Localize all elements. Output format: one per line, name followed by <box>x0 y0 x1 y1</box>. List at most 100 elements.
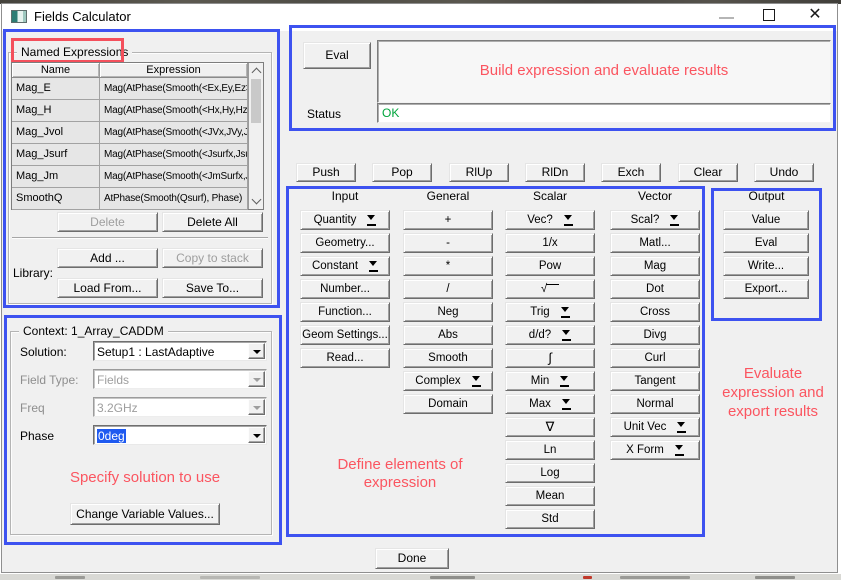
vector-mag-button[interactable]: Mag <box>610 256 700 276</box>
clear-button[interactable]: Clear <box>678 163 738 182</box>
scalar-sqrt-button[interactable]: √ <box>505 279 595 299</box>
table-row-mag-jm[interactable]: Mag_JmMag(AtPhase(Smooth(<JmSurfx,Jm... <box>12 166 248 188</box>
general-column: General+-*/NegAbsSmoothComplexDomain <box>403 189 493 417</box>
general-plus-button[interactable]: + <box>403 210 493 230</box>
chevron-down-icon[interactable] <box>248 343 265 359</box>
exch-button[interactable]: Exch <box>601 163 661 182</box>
cell-expression: AtPhase(Smooth(Qsurf), Phase) <box>100 188 248 210</box>
rlup-button[interactable]: RlUp <box>449 163 509 182</box>
close-icon[interactable]: ✕ <box>805 5 825 25</box>
vector-divg-button[interactable]: Divg <box>610 325 700 345</box>
vector-cross-button[interactable]: Cross <box>610 302 700 322</box>
general-multiply-button[interactable]: * <box>403 256 493 276</box>
vector-curl-button[interactable]: Curl <box>610 348 700 368</box>
dropdown-arrow-icon <box>670 215 679 226</box>
button-label: Dot <box>646 280 664 298</box>
input-geom-settings-button[interactable]: Geom Settings... <box>300 325 390 345</box>
vector-scal-button[interactable]: Scal? <box>610 210 700 230</box>
delete-all-button[interactable]: Delete All <box>162 212 263 232</box>
input-quantity-button[interactable]: Quantity <box>300 210 390 230</box>
input-function-button[interactable]: Function... <box>300 302 390 322</box>
annotation-build-expression: Build expression and evaluate results <box>378 62 830 80</box>
dropdown-arrow-icon <box>677 422 686 433</box>
table-row-mag-jsurf[interactable]: Mag_JsurfMag(AtPhase(Smooth(<Jsurfx,Jsur… <box>12 144 248 166</box>
input-read-button[interactable]: Read... <box>300 348 390 368</box>
scalar-integral-button[interactable]: ∫ <box>505 348 595 368</box>
pop-button[interactable]: Pop <box>372 163 432 182</box>
load-from-button[interactable]: Load From... <box>57 278 158 298</box>
chevron-down-icon[interactable] <box>248 427 265 443</box>
button-label: Scal? <box>631 211 660 229</box>
scalar-mean-button[interactable]: Mean <box>505 486 595 506</box>
vector-x-form-button[interactable]: X Form <box>610 440 700 460</box>
output-value-button[interactable]: Value <box>723 210 809 230</box>
freq-value: 3.2GHz <box>97 400 138 417</box>
scalar-vec-button[interactable]: Vec? <box>505 210 595 230</box>
table-row-mag-h[interactable]: Mag_HMag(AtPhase(Smooth(<Hx,Hy,Hz>),... <box>12 100 248 122</box>
scroll-up-icon[interactable] <box>252 68 262 78</box>
scroll-thumb[interactable] <box>251 79 261 123</box>
change-variable-values-button[interactable]: Change Variable Values... <box>70 503 220 525</box>
solution-label: Solution: <box>20 345 67 359</box>
cell-name: Mag_E <box>12 78 100 100</box>
scalar-grad-button[interactable]: ∇ <box>505 417 595 437</box>
button-label: Number... <box>320 280 370 298</box>
scalar-column: ScalarVec?1/xPow√Trigd/d?∫MinMax∇LnLogMe… <box>505 189 595 532</box>
output-eval-button[interactable]: Eval <box>723 233 809 253</box>
general-neg-button[interactable]: Neg <box>403 302 493 322</box>
scalar-ln-button[interactable]: Ln <box>505 440 595 460</box>
scalar-d-d-button[interactable]: d/d? <box>505 325 595 345</box>
general-minus-button[interactable]: - <box>403 233 493 253</box>
table-row-mag-jvol[interactable]: Mag_JvolMag(AtPhase(Smooth(<JVx,JVy,JVz.… <box>12 122 248 144</box>
phase-input[interactable]: 0deg <box>93 425 267 445</box>
scalar-std-button[interactable]: Std <box>505 509 595 529</box>
table-row-mag-e[interactable]: Mag_EMag(AtPhase(Smooth(<Ex,Ey,Ez>), ... <box>12 78 248 100</box>
vector-dot-button[interactable]: Dot <box>610 279 700 299</box>
undo-button[interactable]: Undo <box>754 163 814 182</box>
button-label: X Form <box>626 441 664 459</box>
input-number-button[interactable]: Number... <box>300 279 390 299</box>
output-export-button[interactable]: Export... <box>723 279 809 299</box>
done-button[interactable]: Done <box>375 548 449 569</box>
output-column: Output ValueEvalWrite...Export... <box>717 189 816 302</box>
add-button[interactable]: Add ... <box>57 248 158 268</box>
copy-to-stack-button[interactable]: Copy to stack <box>162 248 263 268</box>
button-label: Log <box>540 464 559 482</box>
input-geometry-button[interactable]: Geometry... <box>300 233 390 253</box>
maximize-icon[interactable] <box>763 9 775 21</box>
table-header-name[interactable]: Name <box>12 63 100 78</box>
output-write-button[interactable]: Write... <box>723 256 809 276</box>
input-constant-button[interactable]: Constant <box>300 256 390 276</box>
delete-button[interactable]: Delete <box>57 212 158 232</box>
table-header-expression[interactable]: Expression <box>100 63 248 78</box>
scalar-log-button[interactable]: Log <box>505 463 595 483</box>
table-scrollbar[interactable] <box>248 63 263 209</box>
general-domain-button[interactable]: Domain <box>403 394 493 414</box>
scalar-1-x-button[interactable]: 1/x <box>505 233 595 253</box>
eval-button[interactable]: Eval <box>303 42 371 69</box>
scalar-min-button[interactable]: Min <box>505 371 595 391</box>
vector-unit-vec-button[interactable]: Unit Vec <box>610 417 700 437</box>
scalar-max-button[interactable]: Max <box>505 394 595 414</box>
button-label: - <box>446 234 450 252</box>
save-to-button[interactable]: Save To... <box>162 278 263 298</box>
vector-tangent-button[interactable]: Tangent <box>610 371 700 391</box>
stack-display[interactable]: Build expression and evaluate results <box>377 40 831 103</box>
button-label: Max <box>529 395 551 413</box>
table-row-smoothq[interactable]: SmoothQAtPhase(Smooth(Qsurf), Phase) <box>12 188 248 210</box>
general-smooth-button[interactable]: Smooth <box>403 348 493 368</box>
scroll-down-icon[interactable] <box>252 195 262 205</box>
general-abs-button[interactable]: Abs <box>403 325 493 345</box>
window-title: Fields Calculator <box>34 9 131 24</box>
vector-matl-button[interactable]: Matl... <box>610 233 700 253</box>
scalar-trig-button[interactable]: Trig <box>505 302 595 322</box>
vector-normal-button[interactable]: Normal <box>610 394 700 414</box>
button-label: Cross <box>640 303 670 321</box>
rldn-button[interactable]: RlDn <box>525 163 585 182</box>
general-complex-button[interactable]: Complex <box>403 371 493 391</box>
push-button[interactable]: Push <box>296 163 356 182</box>
general-divide-button[interactable]: / <box>403 279 493 299</box>
solution-select[interactable]: Setup1 : LastAdaptive <box>93 341 267 361</box>
scalar-pow-button[interactable]: Pow <box>505 256 595 276</box>
vector-header: Vector <box>610 189 700 206</box>
